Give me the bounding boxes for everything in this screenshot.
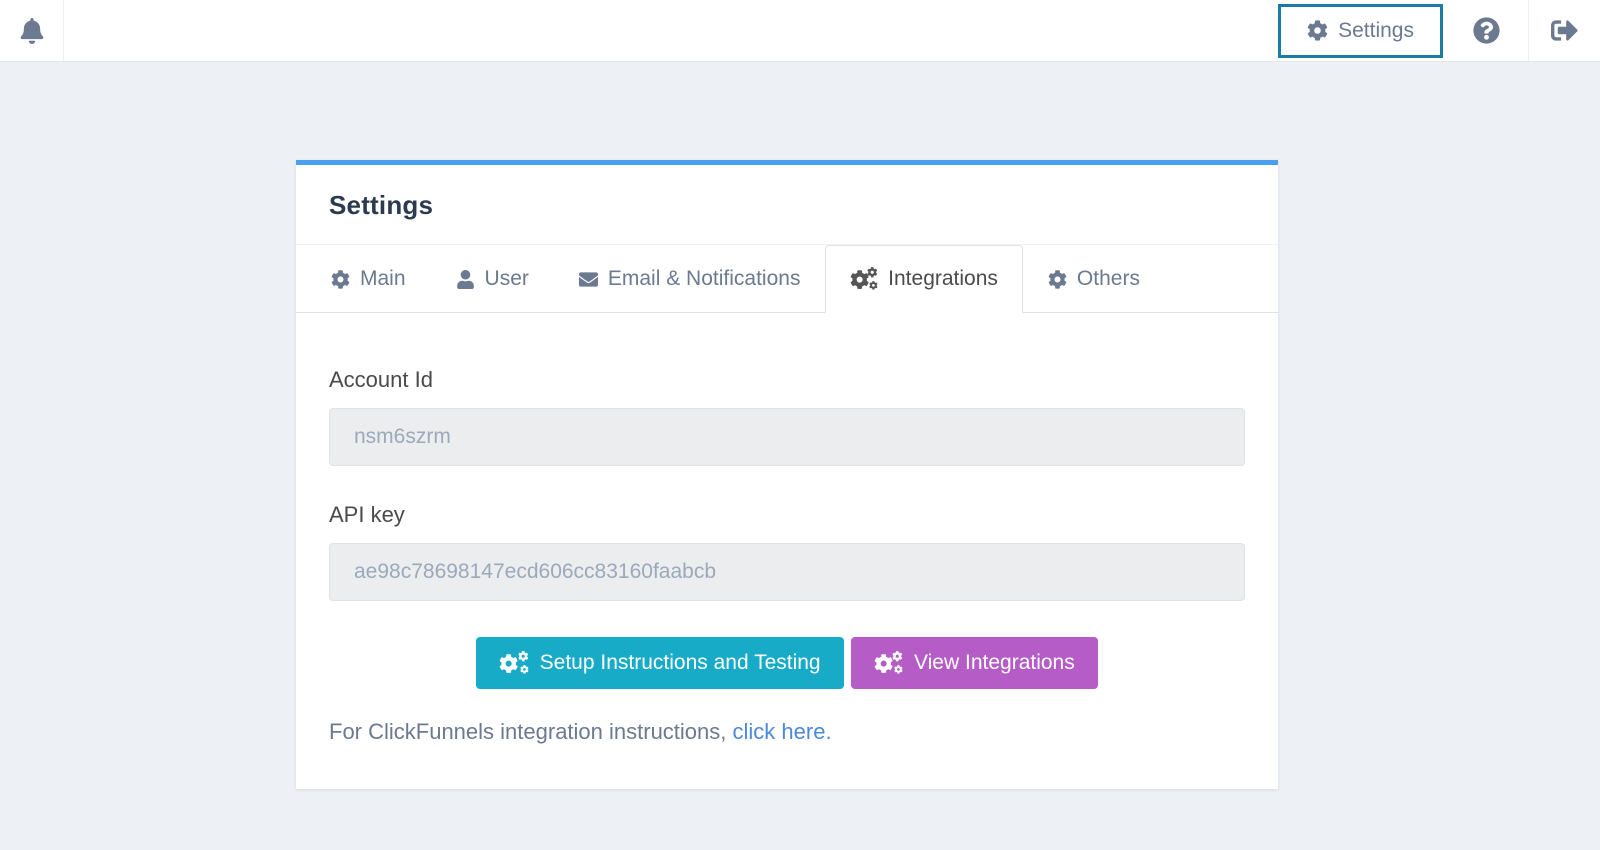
gears-icon (874, 652, 903, 673)
user-icon (456, 270, 475, 289)
page-title: Settings (329, 190, 434, 220)
tab-label: Main (360, 267, 406, 290)
tab-others[interactable]: Others (1023, 245, 1165, 313)
gear-icon (331, 270, 350, 289)
sign-out-icon (1551, 17, 1578, 44)
note-suffix: . (825, 719, 832, 744)
settings-button[interactable]: Settings (1278, 3, 1443, 58)
tab-label: Integrations (888, 267, 998, 290)
view-integrations-label: View Integrations (914, 651, 1075, 674)
gears-icon (499, 652, 528, 673)
topbar-actions: Settings (1278, 0, 1600, 61)
gear-icon (1307, 20, 1328, 41)
account-id-input[interactable] (329, 408, 1245, 466)
setup-instructions-label: Setup Instructions and Testing (539, 651, 821, 674)
account-id-label: Account Id (329, 367, 433, 392)
help-button[interactable] (1473, 17, 1500, 44)
tab-label: Email & Notifications (607, 267, 801, 290)
card-header: Settings (296, 165, 1278, 245)
gear-icon (1048, 270, 1067, 289)
tab-integrations[interactable]: Integrations (825, 245, 1023, 313)
tab-main[interactable]: Main (306, 245, 431, 313)
tab-label: Others (1076, 267, 1140, 290)
settings-card: Settings Main User Email & Notifications (296, 160, 1278, 789)
settings-tabs: Main User Email & Notifications Integrat… (296, 245, 1278, 313)
envelope-icon (579, 270, 598, 289)
api-key-field-group: API key (329, 502, 1245, 601)
tab-label: User (484, 267, 529, 290)
api-key-label: API key (329, 502, 405, 527)
notifications-button[interactable] (0, 0, 64, 61)
tab-user[interactable]: User (431, 245, 554, 313)
gears-icon (850, 268, 878, 289)
integration-instructions-note: For ClickFunnels integration instruction… (329, 719, 1245, 745)
topbar: Settings (0, 0, 1600, 62)
topbar-divider (1528, 0, 1529, 61)
action-buttons: Setup Instructions and Testing View Inte… (329, 637, 1245, 689)
integrations-panel: Account Id API key Setup Instructions an… (296, 313, 1278, 789)
question-circle-icon (1473, 17, 1500, 44)
view-integrations-button[interactable]: View Integrations (850, 637, 1098, 689)
account-id-field-group: Account Id (329, 367, 1245, 466)
click-here-link[interactable]: click here (733, 719, 826, 744)
setup-instructions-button[interactable]: Setup Instructions and Testing (476, 637, 844, 689)
note-text: For ClickFunnels integration instruction… (329, 719, 727, 744)
api-key-input[interactable] (329, 543, 1245, 601)
main-area: Settings Main User Email & Notifications (0, 62, 1600, 789)
settings-button-label: Settings (1338, 18, 1414, 42)
bell-icon (19, 18, 45, 44)
tab-email-notifications[interactable]: Email & Notifications (554, 245, 826, 313)
sign-out-button[interactable] (1551, 17, 1578, 44)
